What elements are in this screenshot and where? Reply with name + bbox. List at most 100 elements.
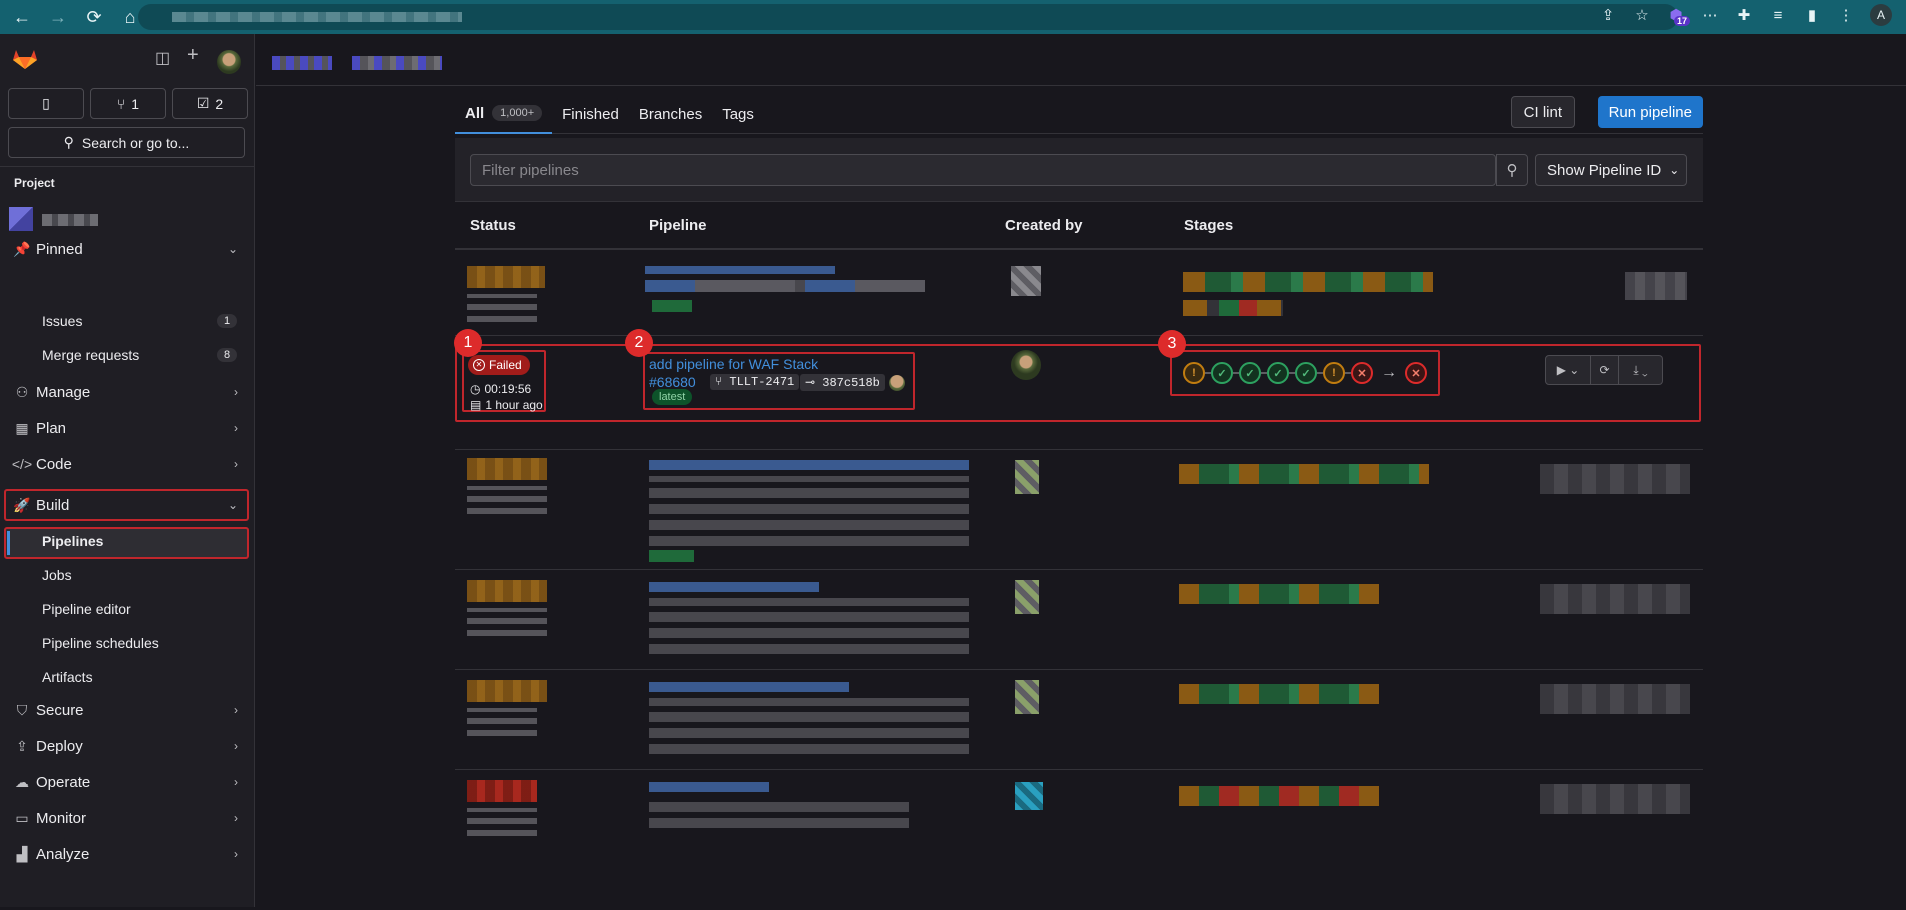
sidebar-item-manage[interactable]: ⚇ Manage ›	[8, 377, 248, 407]
search-button[interactable]: ⚲ Search or go to...	[8, 127, 245, 158]
puzzle-icon[interactable]: ✚	[1734, 6, 1754, 24]
latest-badge: latest	[652, 389, 693, 405]
chevron-right-icon: ›	[234, 421, 238, 435]
search-icon[interactable]: ⚲	[1496, 154, 1528, 186]
menu-kebab-icon[interactable]: ⋮	[1836, 6, 1856, 24]
table-row[interactable]	[455, 770, 1703, 910]
branch-ref[interactable]: ⑂ TLLT-2471	[710, 374, 800, 390]
breadcrumb	[256, 34, 1906, 86]
pipeline-id-link[interactable]: #68680	[649, 374, 696, 390]
tab-tags[interactable]: Tags	[712, 94, 764, 134]
arrow-right-icon: →	[1381, 364, 1397, 381]
issues-counter[interactable]: ▯	[8, 88, 84, 119]
mr-count: 1	[131, 95, 140, 112]
finished-time: ▤ 1 hour ago	[470, 398, 543, 412]
url-redacted	[172, 12, 462, 22]
project-name-redacted[interactable]	[42, 214, 98, 226]
sidebar-item-code[interactable]: </> Code ›	[8, 449, 248, 479]
rocket-icon: 🚀	[13, 496, 31, 513]
stage-success-icon[interactable]: ✓	[1211, 362, 1233, 384]
downstream-failed-icon[interactable]: ✕	[1405, 362, 1427, 384]
filter-input[interactable]: Filter pipelines	[470, 154, 1496, 186]
account-avatar[interactable]: A	[1870, 4, 1892, 26]
todo-counter[interactable]: ☑ 2	[172, 88, 248, 119]
row-actions: ▶ ⌄ ⟳ ⤓ ⌄	[1545, 355, 1663, 385]
mr-counter[interactable]: ⑂ 1	[90, 88, 166, 119]
sidebar-item-pipelines[interactable]: Pipelines	[42, 533, 103, 549]
annotation-2: 2	[625, 329, 653, 357]
sidebar-item-artifacts[interactable]: Artifacts	[42, 669, 93, 685]
status-badge[interactable]: ✕ Failed	[468, 355, 530, 375]
run-pipeline-button[interactable]: Run pipeline	[1597, 96, 1703, 128]
forward-icon[interactable]: →	[44, 3, 72, 31]
stage-warning-icon[interactable]: !	[1183, 362, 1205, 384]
project-avatar[interactable]	[9, 207, 33, 231]
extension-icon[interactable]: ⬢17	[1666, 6, 1691, 26]
stage-success-icon[interactable]: ✓	[1295, 362, 1317, 384]
retry-icon[interactable]: ⟳	[1591, 355, 1619, 385]
tab-finished[interactable]: Finished	[552, 94, 629, 134]
stage-success-icon[interactable]: ✓	[1267, 362, 1289, 384]
sidebar-item-operate[interactable]: ☁ Operate ›	[8, 767, 248, 797]
issues-icon: ▯	[42, 95, 50, 111]
download-icon: ⤓ ⌄	[1633, 362, 1648, 377]
back-icon[interactable]: ←	[8, 3, 36, 31]
commit-sha[interactable]: ⊸ 387c518b	[800, 374, 885, 391]
user-avatar[interactable]	[217, 50, 241, 74]
show-pipeline-id-dropdown[interactable]: Show Pipeline ID ⌄	[1535, 154, 1687, 186]
table-row[interactable]	[455, 250, 1703, 336]
tab-branches[interactable]: Branches	[629, 94, 712, 134]
sidebar-toggle-icon[interactable]: ◫	[155, 48, 170, 68]
bookmark-star-icon[interactable]: ☆	[1632, 6, 1652, 24]
table-row[interactable]	[455, 450, 1703, 570]
tab-all[interactable]: All 1,000+	[455, 94, 553, 134]
col-created-by: Created by	[1005, 217, 1083, 234]
sidebar-item-deploy[interactable]: ⇪ Deploy ›	[8, 731, 248, 761]
plus-icon[interactable]: +	[187, 44, 199, 67]
annotation-1: 1	[454, 329, 482, 357]
commit-author-avatar[interactable]	[889, 375, 905, 391]
shield-icon: ⛉	[16, 701, 28, 718]
chevron-right-icon: ›	[234, 811, 238, 825]
play-icon: ▶ ⌄	[1556, 363, 1580, 377]
sidebar-item-pinned[interactable]: 📌 Pinned ⌄	[8, 234, 248, 264]
download-dropdown[interactable]: ⤓ ⌄	[1619, 355, 1663, 385]
sidebar-item-issues[interactable]: Issues	[42, 313, 82, 329]
stage-success-icon[interactable]: ✓	[1239, 362, 1261, 384]
table-row[interactable]	[455, 670, 1703, 770]
table-row[interactable]	[455, 570, 1703, 670]
search-label: Search or go to...	[81, 134, 190, 151]
ci-lint-button[interactable]: CI lint	[1510, 96, 1575, 128]
sidebar-item-jobs[interactable]: Jobs	[42, 567, 72, 583]
issues-count-badge: 1	[217, 314, 238, 328]
pipeline-row-68680[interactable]: 1 ✕ Failed ◷ 00:19:56 ▤ 1 hour ago 2 add pi…	[454, 329, 1703, 450]
pipeline-title-link[interactable]: add pipeline for WAF Stack	[649, 356, 818, 372]
created-by-avatar[interactable]	[1011, 350, 1041, 380]
col-stages: Stages	[1184, 217, 1234, 234]
chevron-down-icon: ⌄	[227, 498, 238, 512]
stage-warning-icon[interactable]: !	[1323, 362, 1345, 384]
cloud-icon: ☁	[15, 773, 29, 790]
sidepanel-icon[interactable]: ▮	[1802, 6, 1822, 24]
stage-failed-icon[interactable]: ✕	[1351, 362, 1373, 384]
address-bar[interactable]	[138, 4, 1678, 30]
sidebar-item-build[interactable]: 🚀 Build ⌄	[8, 490, 248, 520]
gitlab-logo-icon[interactable]	[12, 48, 38, 70]
play-dropdown[interactable]: ▶ ⌄	[1545, 355, 1591, 385]
breadcrumb-redacted-2[interactable]	[352, 56, 442, 70]
deploy-icon: ⇪	[16, 737, 28, 754]
sidebar-item-analyze[interactable]: ▟ Analyze ›	[8, 839, 248, 869]
monitor-icon: ▭	[15, 809, 29, 826]
chevron-right-icon: ›	[234, 703, 238, 717]
breadcrumb-redacted-1[interactable]	[272, 56, 332, 70]
sidebar-item-pipeline-schedules[interactable]: Pipeline schedules	[42, 635, 159, 651]
reload-icon[interactable]: ⟳	[80, 3, 108, 31]
share-icon[interactable]: ⇪	[1598, 6, 1618, 24]
sidebar-item-plan[interactable]: ▦ Plan ›	[8, 413, 248, 443]
sidebar-item-secure[interactable]: ⛉ Secure ›	[8, 695, 248, 725]
sidebar-item-monitor[interactable]: ▭ Monitor ›	[8, 803, 248, 833]
sidebar-item-merge-requests[interactable]: Merge requests	[42, 347, 139, 363]
media-icon[interactable]: ≡	[1768, 7, 1788, 24]
sidebar-item-pipeline-editor[interactable]: Pipeline editor	[42, 601, 131, 617]
more-extension-icon[interactable]: ⋯	[1700, 6, 1720, 24]
